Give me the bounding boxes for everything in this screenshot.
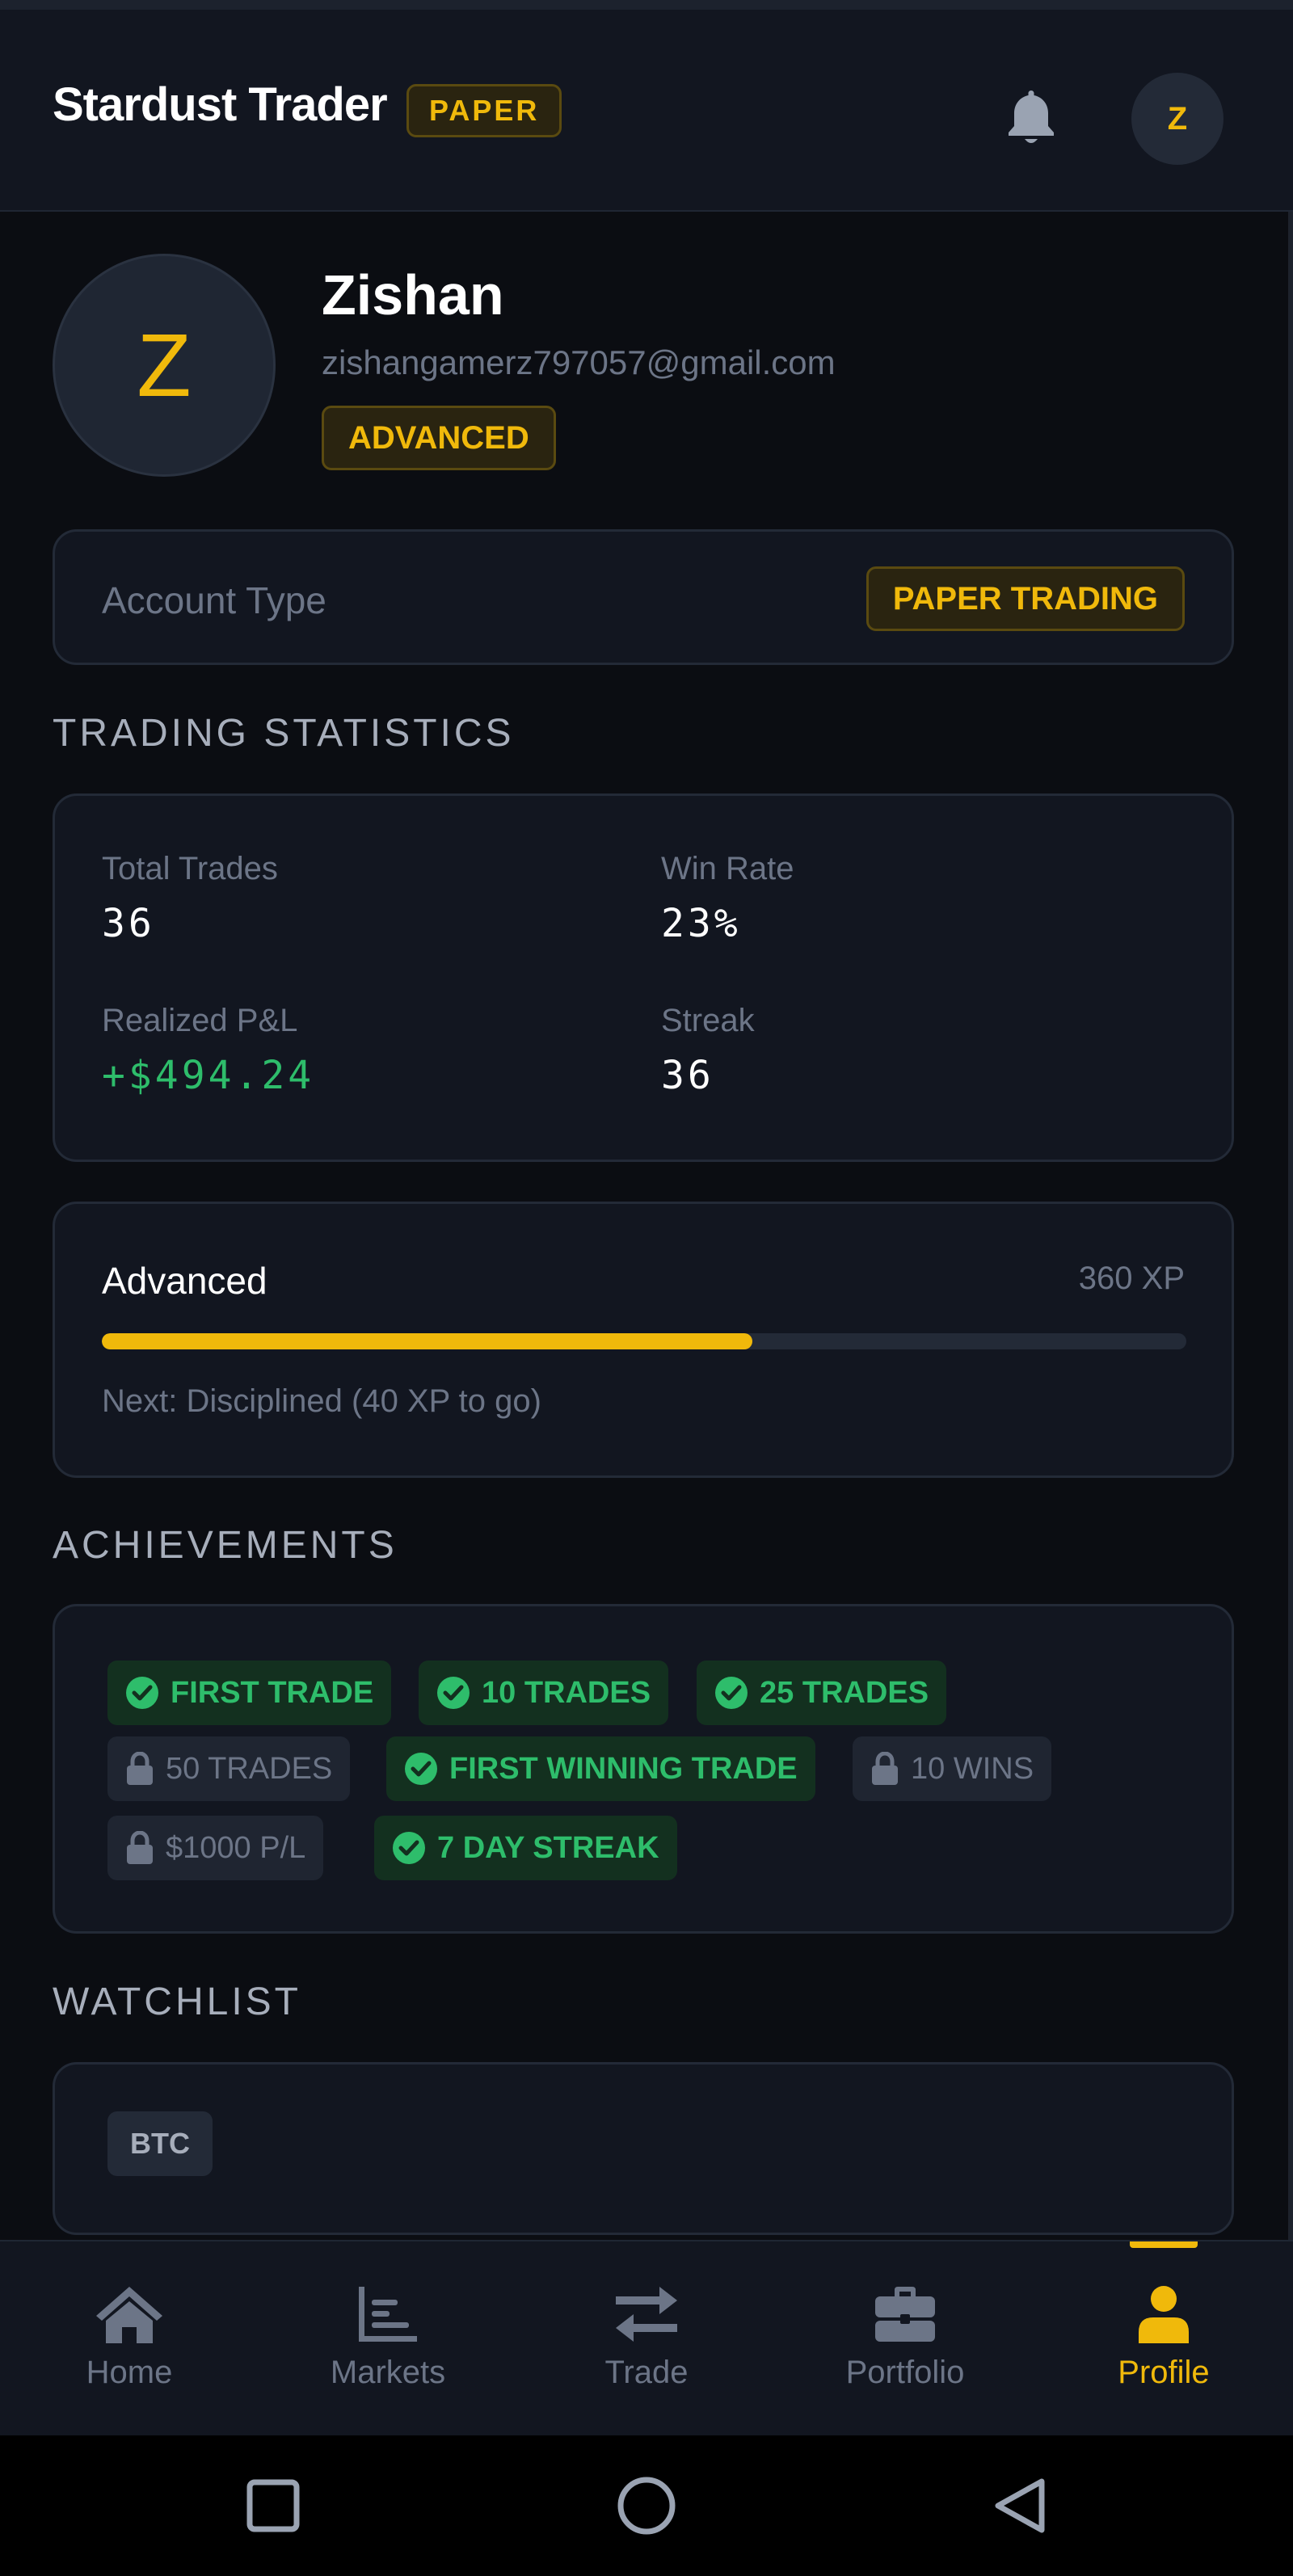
achievement-label: $1000 P/L [166,1830,306,1865]
level-name: Advanced [102,1260,267,1302]
next-level-text: Next: Disciplined (40 XP to go) [102,1383,541,1419]
level-xp: 360 XP [1078,1261,1185,1296]
nav-trade[interactable]: Trade [517,2241,776,2437]
home-system-button[interactable] [566,2435,727,2576]
stat-value-realized-pnl: +$494.24 [102,1053,315,1098]
user-icon [1139,2286,1189,2343]
xp-progress-fill [102,1333,753,1349]
trading-statistics-card: Total Trades 36 Win Rate 23% Realized P&… [53,793,1234,1162]
nav-trade-label: Trade [604,2355,689,2390]
achievement-chip: 25 TRADES [697,1661,947,1725]
stat-value-total-trades: 36 [102,901,155,946]
lock-icon [127,1752,153,1785]
chart-bars-icon [359,2287,417,2342]
achievements-title: ACHIEVEMENTS [53,1524,398,1567]
achievement-label: 10 TRADES [482,1675,651,1710]
scrollbar[interactable] [1288,212,1293,2240]
trading-statistics-title: TRADING STATISTICS [53,712,515,755]
check-circle-icon [126,1677,158,1709]
profile-email: zishangamerz797057@gmail.com [322,343,836,381]
check-circle-icon [715,1677,748,1709]
check-circle-icon [405,1753,437,1785]
nav-markets[interactable]: Markets [259,2241,517,2437]
nav-portfolio-label: Portfolio [845,2355,965,2390]
watchlist-card: BTC [53,2062,1234,2235]
stat-label-win-rate: Win Rate [661,851,794,886]
system-navigation-bar [0,2435,1293,2576]
account-type-card: Account Type PAPER TRADING [53,529,1234,665]
nav-markets-label: Markets [330,2355,446,2390]
xp-progress-bar [102,1333,1186,1349]
check-circle-icon [393,1832,425,1864]
check-circle-icon [437,1677,470,1709]
header-avatar[interactable]: Z [1131,73,1224,165]
watchlist-item-btc[interactable]: BTC [107,2111,213,2176]
achievement-chip: FIRST TRADE [107,1661,392,1725]
stat-value-streak: 36 [661,1053,714,1098]
nav-home[interactable]: Home [0,2241,259,2437]
achievement-chip: 7 DAY STREAK [374,1816,677,1880]
back-button[interactable] [939,2435,1101,2576]
achievement-label: 7 DAY STREAK [437,1830,659,1865]
achievement-label: 50 TRADES [166,1751,333,1786]
notifications-bell-icon[interactable] [1002,87,1060,149]
achievement-chip: $1000 P/L [107,1816,324,1880]
nav-portfolio[interactable]: Portfolio [776,2241,1034,2437]
achievement-label: 10 WINS [911,1751,1034,1786]
bottom-navigation: Home Markets Trade Portfolio Profile [0,2240,1293,2435]
achievement-label: FIRST WINNING TRADE [449,1751,798,1786]
swap-arrows-icon [616,2287,677,2342]
lock-icon [127,1831,153,1864]
paper-mode-badge: PAPER [406,84,562,137]
briefcase-icon [875,2287,935,2342]
stat-label-realized-pnl: Realized P&L [102,1003,298,1038]
level-badge: ADVANCED [322,406,556,470]
watchlist-title: WATCHLIST [53,1980,301,2023]
app-header: Stardust Trader PAPER Z [0,10,1293,212]
profile-avatar: Z [53,254,276,477]
square-icon [246,2479,300,2532]
back-triangle-icon [995,2478,1045,2533]
stat-value-win-rate: 23% [661,901,741,946]
achievement-chip: 10 WINS [853,1736,1052,1801]
circle-icon [617,2477,676,2535]
achievement-label: 25 TRADES [760,1675,929,1710]
account-type-badge: PAPER TRADING [866,566,1185,631]
nav-profile[interactable]: Profile [1034,2241,1293,2437]
app-title: Stardust Trader [53,78,388,131]
achievement-chip: 50 TRADES [107,1736,351,1801]
nav-profile-label: Profile [1118,2355,1210,2390]
status-bar-strip [0,0,1293,10]
profile-name: Zishan [322,263,504,326]
account-type-label: Account Type [102,579,326,621]
level-progress-card: Advanced 360 XP Next: Disciplined (40 XP… [53,1202,1234,1478]
achievement-chip: FIRST WINNING TRADE [386,1736,815,1801]
achievements-card: FIRST TRADE 10 TRADES 25 TRADES 50 TRADE… [53,1604,1234,1934]
achievement-label: FIRST TRADE [171,1675,374,1710]
lock-icon [872,1752,898,1785]
nav-home-label: Home [86,2355,173,2390]
stat-label-total-trades: Total Trades [102,851,278,886]
stat-label-streak: Streak [661,1003,755,1038]
home-icon [96,2287,162,2343]
achievement-chip: 10 TRADES [419,1661,669,1725]
recents-button[interactable] [192,2435,354,2576]
